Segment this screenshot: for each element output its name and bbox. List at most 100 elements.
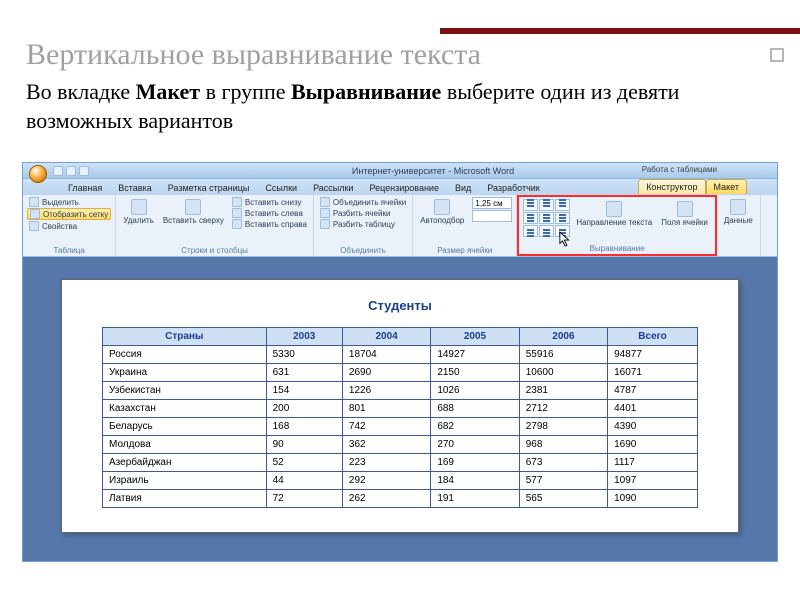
table-cell[interactable]: 55916 bbox=[519, 346, 607, 364]
row-height-input[interactable] bbox=[470, 197, 512, 209]
col-width-input[interactable] bbox=[470, 210, 512, 222]
table-cell[interactable]: 742 bbox=[342, 418, 430, 436]
table-cell[interactable]: Беларусь bbox=[103, 418, 267, 436]
autofit-button[interactable]: Автоподбор bbox=[417, 197, 467, 227]
table-cell[interactable]: 44 bbox=[266, 472, 342, 490]
insert-above-button[interactable]: Вставить сверху bbox=[160, 197, 227, 227]
row-height-field[interactable] bbox=[472, 197, 512, 209]
table-cell[interactable]: 72 bbox=[266, 490, 342, 508]
table-cell[interactable]: 270 bbox=[431, 436, 519, 454]
align-top-right-button[interactable] bbox=[555, 199, 570, 211]
table-cell[interactable]: 688 bbox=[431, 400, 519, 418]
office-button-icon[interactable] bbox=[29, 165, 47, 183]
table-cell[interactable]: 1117 bbox=[608, 454, 698, 472]
align-bottom-left-button[interactable] bbox=[523, 225, 538, 237]
table-cell[interactable]: 968 bbox=[519, 436, 607, 454]
table-cell[interactable]: 577 bbox=[519, 472, 607, 490]
align-bottom-right-button[interactable] bbox=[555, 225, 570, 237]
align-middle-left-button[interactable] bbox=[523, 212, 538, 224]
align-middle-right-button[interactable] bbox=[555, 212, 570, 224]
tab-page-layout[interactable]: Разметка страницы bbox=[163, 181, 255, 195]
tab-review[interactable]: Рецензирование bbox=[364, 181, 444, 195]
table-cell[interactable]: Украина bbox=[103, 364, 267, 382]
table-cell[interactable]: 362 bbox=[342, 436, 430, 454]
table-cell[interactable]: 191 bbox=[431, 490, 519, 508]
table-cell[interactable]: Казахстан bbox=[103, 400, 267, 418]
table-cell[interactable]: 4390 bbox=[608, 418, 698, 436]
table-cell[interactable]: 682 bbox=[431, 418, 519, 436]
table-cell[interactable]: 2690 bbox=[342, 364, 430, 382]
insert-left-button[interactable]: Вставить слева bbox=[230, 208, 309, 218]
document-area[interactable]: Студенты Страны2003200420052006Всего Рос… bbox=[23, 257, 777, 561]
merge-cells-button[interactable]: Объединить ячейки bbox=[318, 197, 408, 207]
table-cell[interactable]: 292 bbox=[342, 472, 430, 490]
table-cell[interactable]: 16071 bbox=[608, 364, 698, 382]
qat-redo-icon[interactable] bbox=[79, 166, 89, 176]
table-cell[interactable]: 2712 bbox=[519, 400, 607, 418]
table-cell[interactable]: 184 bbox=[431, 472, 519, 490]
table-cell[interactable]: 1097 bbox=[608, 472, 698, 490]
table-cell[interactable]: 5330 bbox=[266, 346, 342, 364]
table-cell[interactable]: Молдова bbox=[103, 436, 267, 454]
insert-right-button[interactable]: Вставить справа bbox=[230, 219, 309, 229]
table-cell[interactable]: 94877 bbox=[608, 346, 698, 364]
tab-view[interactable]: Вид bbox=[450, 181, 476, 195]
col-width-field[interactable] bbox=[472, 210, 512, 222]
align-top-left-button[interactable] bbox=[523, 199, 538, 211]
table-row[interactable]: Азербайджан522231696731117 bbox=[103, 454, 698, 472]
split-table-button[interactable]: Разбить таблицу bbox=[318, 219, 408, 229]
table-cell[interactable]: 4401 bbox=[608, 400, 698, 418]
table-cell[interactable]: 1690 bbox=[608, 436, 698, 454]
students-table[interactable]: Страны2003200420052006Всего Россия533018… bbox=[102, 327, 698, 508]
table-cell[interactable]: 2150 bbox=[431, 364, 519, 382]
table-cell[interactable]: 10600 bbox=[519, 364, 607, 382]
split-cells-button[interactable]: Разбить ячейки bbox=[318, 208, 408, 218]
table-cell[interactable]: 52 bbox=[266, 454, 342, 472]
tab-developer[interactable]: Разработчик bbox=[482, 181, 544, 195]
table-cell[interactable]: 169 bbox=[431, 454, 519, 472]
table-cell[interactable]: 1090 bbox=[608, 490, 698, 508]
text-direction-button[interactable]: Направление текста bbox=[573, 199, 655, 229]
table-cell[interactable]: 168 bbox=[266, 418, 342, 436]
properties-button[interactable]: Свойства bbox=[27, 221, 111, 231]
cell-margins-button[interactable]: Поля ячейки bbox=[658, 199, 711, 229]
table-cell[interactable]: 18704 bbox=[342, 346, 430, 364]
table-row[interactable]: Украина631269021501060016071 bbox=[103, 364, 698, 382]
tab-layout[interactable]: Макет bbox=[706, 179, 747, 194]
table-row[interactable]: Узбекистан1541226102623814787 bbox=[103, 382, 698, 400]
table-row[interactable]: Израиль442921845771097 bbox=[103, 472, 698, 490]
table-row[interactable]: Латвия722621915651090 bbox=[103, 490, 698, 508]
table-cell[interactable]: 90 bbox=[266, 436, 342, 454]
table-cell[interactable]: 4787 bbox=[608, 382, 698, 400]
table-cell[interactable]: Азербайджан bbox=[103, 454, 267, 472]
qat-save-icon[interactable] bbox=[53, 166, 63, 176]
align-bottom-center-button[interactable] bbox=[539, 225, 554, 237]
insert-below-button[interactable]: Вставить снизу bbox=[230, 197, 309, 207]
table-row[interactable]: Казахстан20080168827124401 bbox=[103, 400, 698, 418]
table-cell[interactable]: Латвия bbox=[103, 490, 267, 508]
tab-insert[interactable]: Вставка bbox=[113, 181, 156, 195]
table-cell[interactable]: 565 bbox=[519, 490, 607, 508]
table-cell[interactable]: Израиль bbox=[103, 472, 267, 490]
table-cell[interactable]: Узбекистан bbox=[103, 382, 267, 400]
data-button[interactable]: Данные bbox=[721, 197, 756, 227]
show-gridlines-button[interactable]: Отобразить сетку bbox=[27, 208, 111, 220]
delete-button[interactable]: Удалить bbox=[120, 197, 157, 227]
table-cell[interactable]: 14927 bbox=[431, 346, 519, 364]
qat-undo-icon[interactable] bbox=[66, 166, 76, 176]
align-top-center-button[interactable] bbox=[539, 199, 554, 211]
table-row[interactable]: Беларусь16874268227984390 bbox=[103, 418, 698, 436]
table-row[interactable]: Россия533018704149275591694877 bbox=[103, 346, 698, 364]
table-cell[interactable]: 154 bbox=[266, 382, 342, 400]
table-cell[interactable]: 631 bbox=[266, 364, 342, 382]
table-cell[interactable]: 262 bbox=[342, 490, 430, 508]
table-cell[interactable]: 2798 bbox=[519, 418, 607, 436]
table-cell[interactable]: 801 bbox=[342, 400, 430, 418]
table-cell[interactable]: 1226 bbox=[342, 382, 430, 400]
select-button[interactable]: Выделить bbox=[27, 197, 111, 207]
align-middle-center-button[interactable] bbox=[539, 212, 554, 224]
table-cell[interactable]: 673 bbox=[519, 454, 607, 472]
table-cell[interactable]: Россия bbox=[103, 346, 267, 364]
tab-design[interactable]: Конструктор bbox=[638, 179, 705, 194]
tab-home[interactable]: Главная bbox=[63, 181, 107, 195]
